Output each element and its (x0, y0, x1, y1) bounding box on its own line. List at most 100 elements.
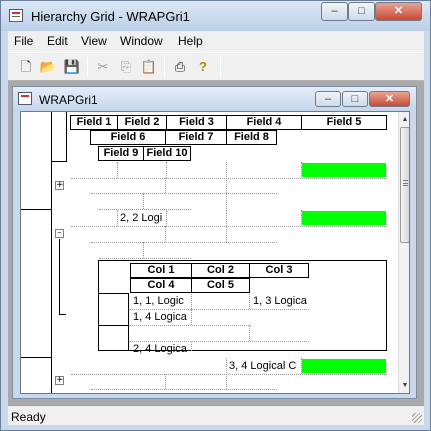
grid-line (129, 325, 251, 326)
expand-icon[interactable]: + (55, 181, 64, 190)
child-title-bar: WRAPGri1 – □ ✕ (13, 87, 416, 111)
menu-file[interactable]: File (14, 34, 33, 48)
child-header-col-2[interactable]: Col 2 (191, 263, 250, 278)
print-icon[interactable]: ⎙ (171, 58, 189, 76)
grid-line (143, 242, 144, 258)
grid-line (71, 226, 387, 227)
header-field-4[interactable]: Field 4 (226, 115, 302, 130)
grid-line (165, 374, 166, 389)
app-icon (9, 9, 23, 22)
status-text: Ready (11, 410, 46, 424)
status-bar: Ready (8, 405, 424, 425)
header-field-8[interactable]: Field 8 (226, 130, 277, 145)
menu-view[interactable]: View (81, 34, 107, 48)
child-cell-r1-col1[interactable]: 1, 1, Logic (133, 294, 184, 309)
grid-line (99, 209, 191, 210)
vertical-scrollbar[interactable]: ▲ ▼ (398, 112, 409, 393)
menu-window[interactable]: Window (120, 34, 163, 48)
toolbar-separator (220, 57, 221, 77)
header-field-3[interactable]: Field 3 (166, 115, 227, 130)
resize-grip-icon[interactable] (412, 413, 422, 423)
tree-line (59, 314, 66, 315)
cut-icon[interactable]: ✂ (94, 58, 112, 76)
header-field-10[interactable]: Field 10 (143, 146, 191, 161)
scroll-down-icon[interactable]: ▼ (399, 379, 409, 392)
row-header-border (51, 112, 52, 393)
grid-line (226, 210, 227, 242)
scroll-up-icon[interactable]: ▲ (399, 113, 409, 126)
grid-line (143, 193, 144, 209)
mdi-child-window: WRAPGri1 – □ ✕ Field 1 Field 2 Field 3 F… (12, 86, 417, 399)
grid-line (166, 162, 167, 178)
grid-line (191, 342, 192, 351)
child-cell-r1-col3[interactable]: 1, 3 Logica (253, 294, 307, 309)
grip-icon (403, 180, 408, 186)
main-window: Hierarchy Grid - WRAPGri1 – □ ✕ File Edi… (0, 0, 431, 431)
header-field-5[interactable]: Field 5 (301, 115, 387, 130)
header-field-9[interactable]: Field 9 (98, 146, 144, 161)
new-icon[interactable]: 🗋 (17, 58, 35, 76)
field-5-highlight (302, 163, 386, 177)
grid-line (249, 294, 250, 309)
menu-bar: File Edit View Window Help (8, 31, 424, 52)
close-button[interactable]: ✕ (375, 2, 422, 21)
help-icon[interactable]: ? (194, 58, 212, 76)
scroll-thumb[interactable] (400, 127, 409, 243)
child-row-separator (99, 325, 128, 326)
open-icon[interactable]: 📂 (39, 58, 57, 76)
cell-r3-field4[interactable]: 3, 4 Logical C (229, 359, 296, 374)
grid-line (91, 242, 277, 243)
child-cell-r1-col4[interactable]: 1, 4 Logica (133, 310, 187, 325)
grid-line (129, 309, 309, 310)
child-maximize-button[interactable]: □ (342, 91, 368, 107)
child-cell-r2-col4[interactable]: 2, 4 Logica (133, 342, 187, 357)
field-5-highlight (302, 359, 386, 373)
grid-line (165, 178, 166, 193)
window-title: Hierarchy Grid - WRAPGri1 (31, 9, 190, 24)
grid-line (71, 374, 387, 375)
header-field-6[interactable]: Field 6 (90, 130, 166, 145)
grid-line (226, 358, 227, 389)
grid-line (129, 341, 309, 342)
toolbar-separator (87, 57, 88, 77)
field-5-highlight (302, 211, 386, 225)
title-bar: Hierarchy Grid - WRAPGri1 – □ ✕ (1, 1, 430, 31)
grid-line (191, 309, 192, 325)
menu-edit[interactable]: Edit (47, 34, 68, 48)
child-header-col-4[interactable]: Col 4 (130, 278, 192, 293)
toolbar-separator (164, 57, 165, 77)
child-close-button[interactable]: ✕ (369, 91, 410, 107)
header-field-2[interactable]: Field 2 (117, 115, 167, 130)
cell-r2-field2[interactable]: 2, 2 Logi (120, 211, 162, 226)
grid-line (166, 210, 167, 226)
maximize-button[interactable]: □ (348, 2, 375, 21)
hierarchy-grid[interactable]: Field 1 Field 2 Field 3 Field 4 Field 5 … (20, 111, 410, 394)
menu-help[interactable]: Help (178, 34, 203, 48)
paste-icon[interactable]: 📋 (140, 58, 158, 76)
grid-line (117, 162, 118, 178)
grid-line (91, 193, 277, 194)
grid-line (191, 294, 192, 309)
indent-border (66, 112, 67, 162)
row-separator (21, 357, 51, 358)
expand-icon[interactable]: + (55, 376, 64, 385)
grid-line (71, 178, 387, 179)
header-separator (51, 161, 67, 162)
child-grid: Col 1 Col 2 Col 3 Col 4 Col 5 1, 1, Logi… (98, 260, 387, 355)
minimize-button[interactable]: – (321, 2, 348, 21)
child-header-col-1[interactable]: Col 1 (130, 263, 192, 278)
row-separator (21, 209, 51, 210)
header-field-1[interactable]: Field 1 (70, 115, 118, 130)
grid-line (165, 226, 166, 242)
tree-line (59, 239, 60, 314)
header-field-7[interactable]: Field 7 (165, 130, 227, 145)
child-header-col-5[interactable]: Col 5 (191, 278, 250, 293)
child-minimize-button[interactable]: – (315, 91, 341, 107)
child-header-col-3[interactable]: Col 3 (249, 263, 309, 278)
collapse-icon[interactable]: – (55, 229, 64, 238)
grid-line (117, 210, 118, 226)
child-title: WRAPGri1 (39, 93, 98, 107)
copy-icon[interactable]: ⎘ (117, 58, 135, 76)
grid-line (91, 389, 277, 390)
save-icon[interactable]: 💾 (63, 58, 81, 76)
